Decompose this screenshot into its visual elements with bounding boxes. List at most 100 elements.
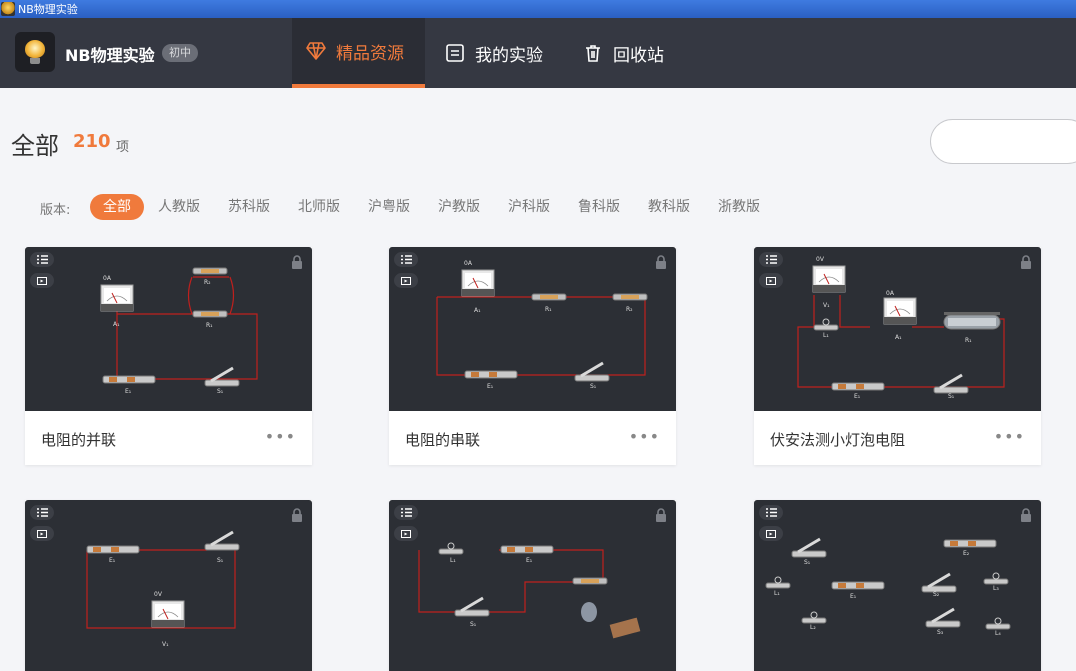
component-label: E₁ xyxy=(526,557,533,564)
more-options-icon[interactable]: ••• xyxy=(265,427,296,446)
video-icon[interactable] xyxy=(394,526,418,541)
component-label: A₁ xyxy=(895,334,902,341)
tab-recycle-bin[interactable]: 回收站 xyxy=(583,18,664,88)
filter-chip-all[interactable]: 全部 xyxy=(90,194,144,220)
tab-premium-resources[interactable]: 精品资源 xyxy=(292,18,425,88)
component-label: E₁ xyxy=(125,388,132,395)
search-box[interactable] xyxy=(930,119,1076,164)
filter-chip-luke[interactable]: 鲁科版 xyxy=(578,194,620,220)
component-label: A₁ xyxy=(474,307,481,314)
component-label: L₁ xyxy=(774,590,780,597)
component-label: S₃ xyxy=(937,629,944,636)
component-label: L₂ xyxy=(810,624,816,631)
experiment-card[interactable]: 0A A₁ R₁ R₂ E₁ S₁ 电阻的串联 ••• xyxy=(389,247,676,465)
experiment-card[interactable]: 0V V₁ L₁ 0A A₁ R₁ E₁ S₁ 伏安法测小灯泡电阻 ••• xyxy=(754,247,1041,465)
component-label: S₁ xyxy=(804,559,811,566)
lock-icon xyxy=(656,255,666,269)
component-label: S₁ xyxy=(217,557,224,564)
lock-icon xyxy=(292,255,302,269)
item-count: 210 xyxy=(73,131,111,152)
component-label: E₁ xyxy=(850,593,857,600)
window-title-bar: NB物理实验 xyxy=(0,0,1076,18)
component-label: S₁ xyxy=(948,393,955,400)
list-icon[interactable] xyxy=(30,505,54,520)
component-label: S₁ xyxy=(470,621,477,628)
card-title[interactable]: 电阻的串联 xyxy=(405,429,480,450)
lightbulb-icon xyxy=(25,40,45,64)
circuit-diagram: 0V V₁ L₁ 0A A₁ R₁ E₁ S₁ xyxy=(797,256,1005,400)
list-icon[interactable] xyxy=(394,505,418,520)
component-label: R₁ xyxy=(545,306,552,313)
lock-icon xyxy=(1021,255,1031,269)
experiment-thumbnail[interactable]: E₁ S₁ 0V V₁ xyxy=(25,500,312,671)
app-name: NB物理实验 xyxy=(65,46,155,65)
top-nav: NB物理实验 初中 精品资源 我的实验 回收站 xyxy=(0,18,1076,88)
video-icon[interactable] xyxy=(30,273,54,288)
component-label: S₂ xyxy=(933,591,940,598)
list-icon[interactable] xyxy=(30,252,54,267)
circuit-diagram: E₁ S₁ 0V V₁ xyxy=(86,530,241,648)
card-title[interactable]: 伏安法测小灯泡电阻 xyxy=(770,429,905,450)
component-label: L₄ xyxy=(995,630,1001,637)
meter-value-label: 0A xyxy=(886,290,895,297)
component-label: R₂ xyxy=(626,306,633,313)
experiment-card[interactable]: 0A A₁ R₂ R₁ E₁ S₁ 电阻的并联 ••• xyxy=(25,247,312,465)
meter-value-label: 0V xyxy=(816,256,825,263)
item-count-unit: 项 xyxy=(116,140,130,155)
list-icon[interactable] xyxy=(394,252,418,267)
filter-chip-beishi[interactable]: 北师版 xyxy=(298,194,340,220)
experiment-thumbnail[interactable]: 0A A₁ R₁ R₂ E₁ S₁ xyxy=(389,247,676,411)
lock-icon xyxy=(1021,508,1031,522)
component-label: R₁ xyxy=(206,322,213,329)
experiment-thumbnail[interactable]: 0V V₁ L₁ 0A A₁ R₁ E₁ S₁ xyxy=(754,247,1041,411)
video-icon[interactable] xyxy=(759,273,783,288)
document-icon xyxy=(446,44,464,62)
video-icon[interactable] xyxy=(30,526,54,541)
experiment-thumbnail[interactable]: 0A A₁ R₂ R₁ E₁ S₁ xyxy=(25,247,312,411)
tab-label: 回收站 xyxy=(613,45,664,66)
component-label: V₁ xyxy=(823,302,830,309)
tab-my-experiments[interactable]: 我的实验 xyxy=(445,18,543,88)
component-label: E₁ xyxy=(854,393,861,400)
component-label: E₂ xyxy=(963,550,970,557)
version-filter-bar: 全部 人教版 苏科版 北师版 沪粤版 沪教版 沪科版 鲁科版 教科版 浙教版 xyxy=(90,194,788,220)
filter-chip-huke[interactable]: 沪科版 xyxy=(508,194,550,220)
trash-icon xyxy=(586,45,600,62)
tab-label: 我的实验 xyxy=(475,45,543,66)
list-icon[interactable] xyxy=(759,252,783,267)
meter-value-label: 0A xyxy=(464,260,473,267)
component-label: L₁ xyxy=(450,557,456,564)
level-badge[interactable]: 初中 xyxy=(162,44,198,62)
page-title: 全部 xyxy=(11,132,59,160)
experiment-card[interactable]: L₁ E₁ S₁ xyxy=(389,500,676,671)
component-label: S₁ xyxy=(217,388,224,395)
component-label: S₁ xyxy=(590,383,597,390)
circuit-diagram: L₁ E₁ S₁ xyxy=(418,542,641,639)
filter-chip-suke[interactable]: 苏科版 xyxy=(228,194,270,220)
component-label: V₁ xyxy=(162,641,169,648)
filter-chip-huyue[interactable]: 沪粤版 xyxy=(368,194,410,220)
experiment-thumbnail[interactable]: S₁ E₂ L₁ E₁ S₂ L₃ L₂ S₃ L₄ xyxy=(754,500,1041,671)
filter-chip-zhejiao[interactable]: 浙教版 xyxy=(718,194,760,220)
video-icon[interactable] xyxy=(394,273,418,288)
video-icon[interactable] xyxy=(759,526,783,541)
window-title: NB物理实验 xyxy=(18,3,78,16)
tab-label: 精品资源 xyxy=(336,43,404,64)
more-options-icon[interactable]: ••• xyxy=(994,427,1025,446)
experiment-thumbnail[interactable]: L₁ E₁ S₁ xyxy=(389,500,676,671)
list-icon[interactable] xyxy=(759,505,783,520)
experiment-card[interactable]: E₁ S₁ 0V V₁ xyxy=(25,500,312,671)
filter-chip-renjiao[interactable]: 人教版 xyxy=(158,194,200,220)
lock-icon xyxy=(656,508,666,522)
circuit-diagram: S₁ E₂ L₁ E₁ S₂ L₃ L₂ S₃ L₄ xyxy=(765,537,1011,637)
version-filter-label: 版本: xyxy=(40,203,71,218)
circuit-diagram: 0A A₁ R₂ R₁ E₁ S₁ xyxy=(100,267,258,395)
experiment-card[interactable]: S₁ E₂ L₁ E₁ S₂ L₃ L₂ S₃ L₄ xyxy=(754,500,1041,671)
component-label: A₁ xyxy=(113,321,120,328)
more-options-icon[interactable]: ••• xyxy=(629,427,660,446)
filter-chip-jiaoke[interactable]: 教科版 xyxy=(648,194,690,220)
card-title[interactable]: 电阻的并联 xyxy=(41,429,116,450)
meter-value-label: 0A xyxy=(103,275,112,282)
search-input[interactable] xyxy=(949,120,1069,163)
filter-chip-hujiao[interactable]: 沪教版 xyxy=(438,194,480,220)
